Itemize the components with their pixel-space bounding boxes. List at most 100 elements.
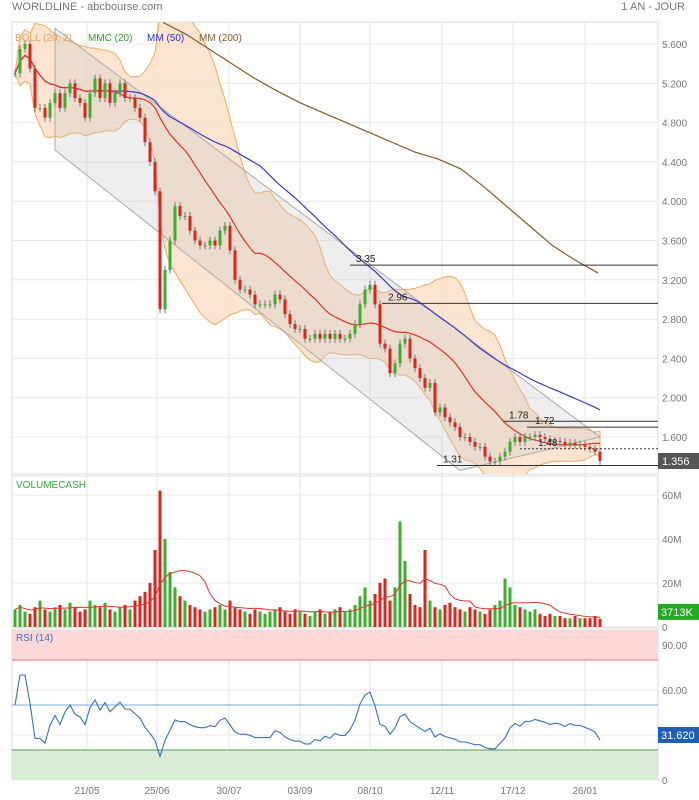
candle-body <box>108 83 112 103</box>
volume-bar <box>433 607 437 627</box>
volume-bar <box>443 605 447 627</box>
candle-body <box>173 206 177 241</box>
candle-body <box>238 279 242 290</box>
volume-bar <box>428 600 432 627</box>
volume-bar <box>288 613 292 627</box>
volume-bar <box>408 594 412 627</box>
candle-body <box>508 441 512 452</box>
volume-bar <box>403 561 407 627</box>
candle-body <box>393 363 397 374</box>
candle-body <box>53 93 57 103</box>
volume-bar <box>328 611 332 627</box>
candle-body <box>463 437 467 438</box>
volume-bar <box>33 607 37 627</box>
volume-bar <box>448 602 452 627</box>
candle-body <box>523 437 527 442</box>
volume-bar <box>258 611 262 627</box>
price-tick-label: 2.800 <box>662 315 687 326</box>
candle-body <box>178 206 182 216</box>
price-tick-label: 3.200 <box>662 276 687 287</box>
volume-bar <box>138 596 142 627</box>
volume-bar <box>353 605 357 627</box>
volume-bar <box>453 607 457 627</box>
candle-body <box>383 343 387 349</box>
candle-body <box>563 441 567 445</box>
candle-body <box>438 407 442 413</box>
legend-boll: BOLL (20, 2) <box>15 33 72 44</box>
volume-bar <box>263 613 267 627</box>
volume-bar <box>513 605 517 627</box>
candle-body <box>353 324 357 334</box>
volume-bar <box>383 578 387 627</box>
candle-body <box>578 444 582 446</box>
x-tick-label: 26/01 <box>572 786 597 797</box>
volume-bar <box>188 605 192 627</box>
price-level-label: 2.96 <box>388 292 408 303</box>
volume-bar <box>143 591 147 627</box>
volume-bar <box>583 618 587 627</box>
candle-body <box>138 107 142 118</box>
volume-bar <box>98 607 102 627</box>
price-tick-label: 4.400 <box>662 158 687 169</box>
volume-bar <box>413 605 417 627</box>
candle-body <box>443 407 447 418</box>
volume-bar <box>558 616 562 627</box>
volume-bar <box>238 609 242 627</box>
candle-body <box>328 333 332 339</box>
candle-body <box>433 382 437 413</box>
volume-bar <box>303 613 307 627</box>
candle-body <box>163 269 167 310</box>
volume-bar <box>573 616 577 627</box>
volume-bar <box>523 609 527 627</box>
price-level-label: 1.31 <box>443 454 463 465</box>
price-tick-label: 1.600 <box>662 433 687 444</box>
volume-bar <box>228 600 232 627</box>
legend-mm200: MM (200) <box>199 33 242 44</box>
candle-body <box>43 107 47 118</box>
candle-body <box>288 314 292 325</box>
candle-body <box>343 338 347 340</box>
volume-bar <box>83 609 87 627</box>
volume-bar <box>248 613 252 627</box>
volume-bar <box>203 611 207 627</box>
volume-bar <box>533 609 537 627</box>
volume-tick-label: 40M <box>662 535 681 546</box>
candle-body <box>388 348 392 374</box>
volume-bar <box>193 607 197 627</box>
x-tick-label: 21/05 <box>74 786 99 797</box>
candle-body <box>78 98 82 103</box>
candle-body <box>313 333 317 339</box>
candle-body <box>213 240 217 246</box>
candle-body <box>413 358 417 369</box>
candle-body <box>198 240 202 246</box>
candle-body <box>478 446 482 448</box>
volume-bar <box>298 611 302 627</box>
volume-bar <box>553 616 557 627</box>
candle-body <box>583 444 587 447</box>
candle-body <box>348 333 352 339</box>
volume-bar <box>518 607 522 627</box>
volume-bar <box>253 609 257 627</box>
volume-bar <box>18 605 22 627</box>
volume-bar <box>23 611 27 627</box>
candle-body <box>268 304 272 306</box>
volume-bar <box>73 607 77 627</box>
volume-bar <box>123 605 127 627</box>
volume-bar <box>363 587 367 627</box>
candle-body <box>33 68 37 108</box>
candle-body <box>573 442 577 445</box>
x-tick-label: 17/12 <box>500 786 525 797</box>
candle-body <box>88 93 92 118</box>
volume-bar <box>268 611 272 627</box>
x-tick-label: 03/09 <box>287 786 312 797</box>
candle-body <box>38 107 42 109</box>
volume-bar <box>293 609 297 627</box>
volume-bar <box>468 607 472 627</box>
legend-mm50: MM (50) <box>147 33 184 44</box>
rsi-tick-label: 60.00 <box>662 686 687 697</box>
candle-body <box>98 78 102 99</box>
candle-body <box>513 437 517 442</box>
price-level-label: 3.35 <box>356 254 376 265</box>
candle-body <box>73 83 77 99</box>
volume-bar <box>503 578 507 627</box>
